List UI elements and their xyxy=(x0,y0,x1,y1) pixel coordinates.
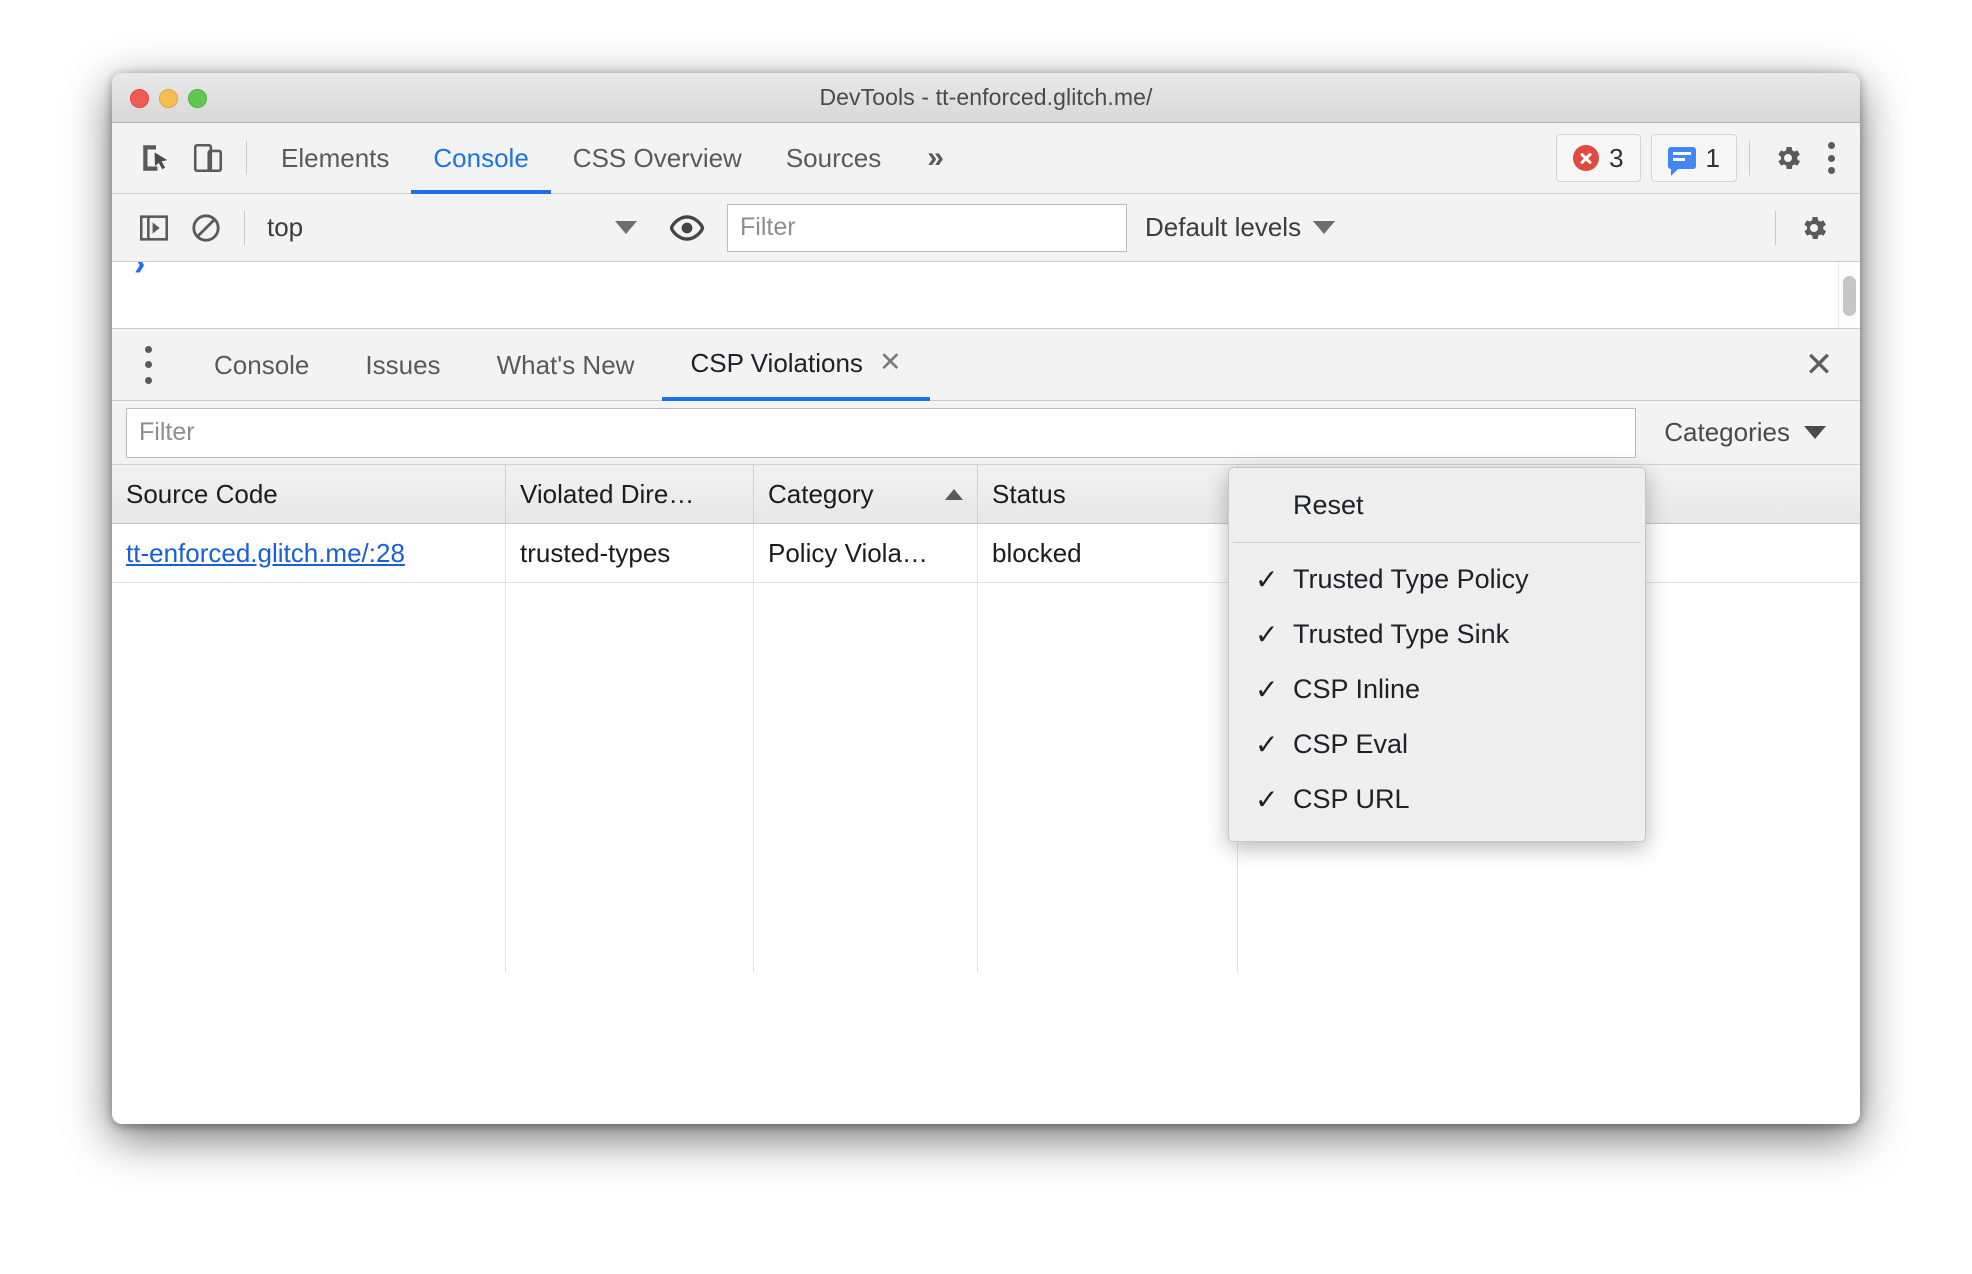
message-bubble-icon xyxy=(1667,147,1696,176)
screenshot-root: DevTools - tt-enforced.glitch.me/ Elemen… xyxy=(0,0,1972,1274)
toolbar-divider-right xyxy=(1749,141,1750,175)
close-tab-icon[interactable]: ✕ xyxy=(879,349,902,376)
console-scrollbar[interactable] xyxy=(1838,262,1860,328)
check-icon: ✓ xyxy=(1255,619,1279,650)
menu-item-trusted-type-policy[interactable]: ✓ Trusted Type Policy xyxy=(1229,552,1645,607)
chevron-down-icon xyxy=(1313,221,1336,234)
window-title: DevTools - tt-enforced.glitch.me/ xyxy=(819,84,1153,110)
categories-dropdown-menu: Reset ✓ Trusted Type Policy ✓ Trusted Ty… xyxy=(1228,467,1646,842)
console-filter-input[interactable] xyxy=(727,203,1127,252)
live-expression-eye-icon[interactable] xyxy=(661,202,713,254)
panel-toolbar: Elements Console CSS Overview Sources » … xyxy=(112,123,1860,194)
console-scrollbar-thumb[interactable] xyxy=(1843,276,1856,316)
check-icon: ✓ xyxy=(1255,564,1279,595)
inspect-element-icon[interactable] xyxy=(130,132,182,184)
error-count-badge[interactable]: 3 xyxy=(1556,134,1641,182)
chevron-down-icon xyxy=(1804,426,1826,439)
device-toolbar-icon[interactable] xyxy=(182,132,234,184)
column-header-source-code[interactable]: Source Code xyxy=(112,465,506,523)
sort-ascending-icon xyxy=(945,488,963,500)
tab-elements[interactable]: Elements xyxy=(259,123,411,194)
tab-console[interactable]: Console xyxy=(411,123,551,194)
drawer-tab-console[interactable]: Console xyxy=(186,329,337,401)
log-levels-dropdown[interactable]: Default levels xyxy=(1127,212,1353,243)
error-count-label: 3 xyxy=(1609,142,1624,173)
tab-sources[interactable]: Sources xyxy=(764,123,903,194)
console-prompt-chevron-icon: › xyxy=(134,262,146,284)
source-code-link[interactable]: tt-enforced.glitch.me/:28 xyxy=(126,538,405,569)
console-output-area[interactable]: › xyxy=(112,262,1860,329)
menu-item-reset[interactable]: Reset xyxy=(1229,478,1645,533)
drawer-tab-issues[interactable]: Issues xyxy=(337,329,468,401)
menu-item-reset-label: Reset xyxy=(1293,490,1364,520)
column-header-category-label: Category xyxy=(768,478,874,509)
menu-item-csp-eval[interactable]: ✓ CSP Eval xyxy=(1229,717,1645,772)
window-titlebar: DevTools - tt-enforced.glitch.me/ xyxy=(112,73,1860,123)
menu-item-csp-inline-label: CSP Inline xyxy=(1293,674,1421,704)
maximize-window-button[interactable] xyxy=(188,89,207,108)
drawer-tab-console-label: Console xyxy=(214,349,310,380)
cell-category: Policy Viola… xyxy=(754,524,978,582)
cell-status: blocked xyxy=(978,524,1238,582)
execution-context-select[interactable]: top xyxy=(257,206,647,250)
menu-item-trusted-type-sink[interactable]: ✓ Trusted Type Sink xyxy=(1229,607,1645,662)
message-count-badge[interactable]: 1 xyxy=(1650,134,1737,182)
close-drawer-icon[interactable]: ✕ xyxy=(1792,338,1846,392)
menu-item-trusted-type-policy-label: Trusted Type Policy xyxy=(1293,564,1529,594)
log-levels-label: Default levels xyxy=(1145,212,1302,242)
clear-console-icon[interactable] xyxy=(180,202,232,254)
drawer-tab-csp-violations-label: CSP Violations xyxy=(690,347,863,378)
categories-button-label: Categories xyxy=(1664,417,1790,447)
more-tabs-chevron-icon[interactable]: » xyxy=(903,141,964,175)
console-toolbar: top Default levels xyxy=(112,194,1860,262)
cell-violated-directive: trusted-types xyxy=(506,524,754,582)
console-toolbar-divider xyxy=(244,210,245,245)
menu-item-csp-eval-label: CSP Eval xyxy=(1293,729,1409,759)
close-window-button[interactable] xyxy=(130,89,149,108)
menu-separator xyxy=(1233,542,1641,543)
column-header-status[interactable]: Status xyxy=(978,465,1238,523)
console-toolbar-divider-right xyxy=(1775,210,1776,245)
message-count-label: 1 xyxy=(1705,142,1720,173)
check-icon: ✓ xyxy=(1255,784,1279,815)
gear-icon[interactable] xyxy=(1762,132,1814,184)
console-sidebar-icon[interactable] xyxy=(128,202,180,254)
chevron-down-icon xyxy=(615,221,637,234)
column-header-violated-directive[interactable]: Violated Dire… xyxy=(506,465,754,523)
check-icon: ✓ xyxy=(1255,674,1279,705)
csp-filter-row: Categories xyxy=(112,401,1860,465)
check-icon: ✓ xyxy=(1255,729,1279,760)
execution-context-value: top xyxy=(267,212,304,242)
menu-item-csp-inline[interactable]: ✓ CSP Inline xyxy=(1229,662,1645,717)
menu-item-csp-url-label: CSP URL xyxy=(1293,784,1410,814)
drawer-tab-whats-new-label: What's New xyxy=(496,349,635,380)
drawer-tab-bar: Console Issues What's New CSP Violations… xyxy=(112,329,1860,401)
menu-item-trusted-type-sink-label: Trusted Type Sink xyxy=(1293,619,1510,649)
kebab-menu-icon[interactable] xyxy=(1814,138,1848,178)
toolbar-divider xyxy=(246,141,247,175)
window-controls xyxy=(130,89,207,108)
menu-item-csp-url[interactable]: ✓ CSP URL xyxy=(1229,772,1645,827)
drawer-tab-csp-violations[interactable]: CSP Violations ✕ xyxy=(662,329,930,401)
console-settings-gear-icon[interactable] xyxy=(1788,202,1840,254)
drawer-tab-whats-new[interactable]: What's New xyxy=(469,329,663,401)
tab-css-overview[interactable]: CSS Overview xyxy=(551,123,764,194)
minimize-window-button[interactable] xyxy=(159,89,178,108)
drawer-tab-issues-label: Issues xyxy=(365,349,441,380)
error-circle-icon xyxy=(1573,145,1600,171)
csp-filter-input[interactable] xyxy=(126,407,1637,458)
cell-source-code: tt-enforced.glitch.me/:28 xyxy=(112,524,506,582)
drawer-more-tools-kebab-icon[interactable] xyxy=(128,342,168,388)
column-header-category[interactable]: Category xyxy=(754,465,978,523)
categories-dropdown-button[interactable]: Categories xyxy=(1636,408,1850,458)
